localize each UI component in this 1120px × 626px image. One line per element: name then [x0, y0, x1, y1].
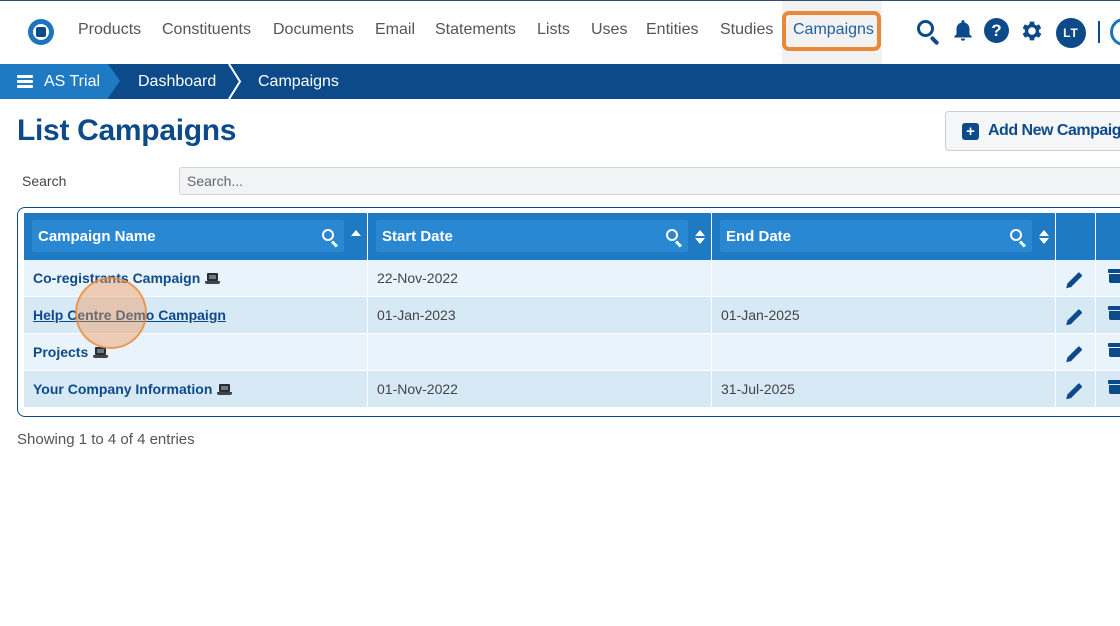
cell-archive	[1096, 371, 1120, 408]
cell-start-date: 01-Nov-2022	[368, 371, 712, 408]
user-avatar[interactable]: LT	[1056, 18, 1086, 48]
sort-ascending-icon[interactable]	[351, 230, 361, 244]
cell-campaign-name: Your Company Information	[24, 371, 368, 408]
column-search-icon[interactable]	[322, 229, 339, 248]
campaign-name[interactable]: Your Company Information	[33, 381, 212, 397]
nav-item-uses[interactable]: Uses	[591, 21, 627, 39]
column-header-campaign-name[interactable]: Campaign Name	[24, 213, 368, 260]
cell-archive	[1096, 334, 1120, 371]
cell-end-date: 31-Jul-2025	[712, 371, 1056, 408]
cell-campaign-name: Projects	[24, 334, 368, 371]
sort-icon[interactable]	[1039, 230, 1049, 244]
edit-pencil-icon[interactable]	[1064, 381, 1084, 402]
nav-item-statements[interactable]: Statements	[435, 21, 516, 39]
table-header: Campaign Name Start Date End Date	[24, 213, 1120, 260]
archive-icon[interactable]	[1108, 380, 1120, 395]
column-filter-end-date[interactable]: End Date	[720, 220, 1032, 252]
cell-campaign-name: Co-registrants Campaign	[24, 260, 368, 297]
column-label-start-date: Start Date	[382, 228, 453, 245]
gear-icon[interactable]	[1019, 18, 1045, 44]
start-date: 01-Jan-2023	[377, 307, 456, 323]
edit-pencil-icon[interactable]	[1064, 307, 1084, 328]
column-label-campaign-name: Campaign Name	[38, 228, 156, 245]
search-icon[interactable]	[915, 18, 941, 46]
breadcrumb: AS Trial Dashboard Campaigns	[0, 64, 1120, 99]
end-date: 01-Jan-2025	[721, 307, 800, 323]
campaign-name[interactable]: Projects	[33, 344, 88, 360]
nav-item-email[interactable]: Email	[375, 21, 415, 39]
edit-pencil-icon[interactable]	[1064, 270, 1084, 291]
column-label-end-date: End Date	[726, 228, 792, 245]
cell-start-date: 01-Jan-2023	[368, 297, 712, 334]
breadcrumb-item-as-trial[interactable]: AS Trial	[44, 73, 100, 91]
cell-end-date	[712, 260, 1056, 297]
column-header-start-date[interactable]: Start Date	[368, 213, 712, 260]
add-new-campaign-label: Add New Campaign	[988, 122, 1120, 139]
column-search-icon[interactable]	[1010, 229, 1027, 248]
search-input[interactable]	[179, 167, 1120, 195]
click-indicator	[75, 277, 147, 349]
cell-archive	[1096, 297, 1120, 334]
nav-item-constituents[interactable]: Constituents	[162, 21, 251, 39]
start-date: 22-Nov-2022	[377, 270, 458, 286]
edit-pencil-icon[interactable]	[1064, 344, 1084, 365]
breadcrumb-item-dashboard[interactable]: Dashboard	[138, 73, 216, 91]
column-header-edit	[1056, 213, 1096, 260]
cell-edit	[1056, 371, 1096, 408]
end-date: 31-Jul-2025	[721, 381, 795, 397]
cell-end-date: 01-Jan-2025	[712, 297, 1056, 334]
bell-icon[interactable]	[950, 18, 976, 44]
cell-start-date: 22-Nov-2022	[368, 260, 712, 297]
app-switcher-icon[interactable]	[1110, 18, 1120, 46]
archive-icon[interactable]	[1108, 343, 1120, 358]
column-search-icon[interactable]	[666, 229, 683, 248]
table-row: Help Centre Demo Campaign 01-Jan-2023 01…	[24, 297, 1120, 334]
breadcrumb-arrow	[108, 64, 120, 98]
page-title: List Campaigns	[17, 114, 237, 147]
cell-end-date	[712, 334, 1056, 371]
laptop-icon	[217, 384, 233, 395]
sort-icon[interactable]	[695, 230, 705, 244]
nav-item-products[interactable]: Products	[78, 21, 141, 39]
start-date: 01-Nov-2022	[377, 381, 458, 397]
nav-item-documents[interactable]: Documents	[273, 21, 354, 39]
help-icon[interactable]: ?	[984, 18, 1009, 43]
cell-edit	[1056, 297, 1096, 334]
archive-icon[interactable]	[1108, 269, 1120, 284]
breadcrumb-separator-icon	[228, 64, 242, 99]
breadcrumb-home[interactable]: AS Trial	[0, 64, 108, 99]
column-header-end-date[interactable]: End Date	[712, 213, 1056, 260]
column-header-archive	[1096, 213, 1120, 260]
nav-item-entities[interactable]: Entities	[646, 21, 698, 39]
app-logo-icon[interactable]	[28, 19, 54, 45]
table-row: Projects	[24, 334, 1120, 371]
nav-highlight-box	[782, 11, 881, 51]
campaign-link[interactable]: Your Company Information	[33, 381, 233, 397]
nav-item-studies[interactable]: Studies	[720, 21, 773, 39]
breadcrumb-item-campaigns: Campaigns	[258, 73, 339, 90]
hamburger-menu-icon[interactable]	[17, 75, 33, 88]
plus-square-icon: +	[962, 123, 979, 140]
cell-start-date	[368, 334, 712, 371]
top-navbar: Products Constituents Documents Email St…	[0, 0, 1120, 64]
column-filter-campaign-name[interactable]: Campaign Name	[32, 220, 344, 252]
search-label: Search	[22, 173, 67, 189]
add-new-campaign-button[interactable]: + Add New Campaign	[945, 111, 1120, 151]
table-row: Co-registrants Campaign 22-Nov-2022	[24, 260, 1120, 297]
entries-info: Showing 1 to 4 of 4 entries	[17, 431, 195, 448]
table-row: Your Company Information 01-Nov-2022 31-…	[24, 371, 1120, 408]
cell-archive	[1096, 260, 1120, 297]
column-filter-start-date[interactable]: Start Date	[376, 220, 688, 252]
cell-edit	[1056, 260, 1096, 297]
archive-icon[interactable]	[1108, 306, 1120, 321]
cell-edit	[1056, 334, 1096, 371]
nav-divider	[1098, 21, 1100, 43]
nav-item-lists[interactable]: Lists	[537, 21, 570, 39]
laptop-icon	[205, 273, 221, 284]
